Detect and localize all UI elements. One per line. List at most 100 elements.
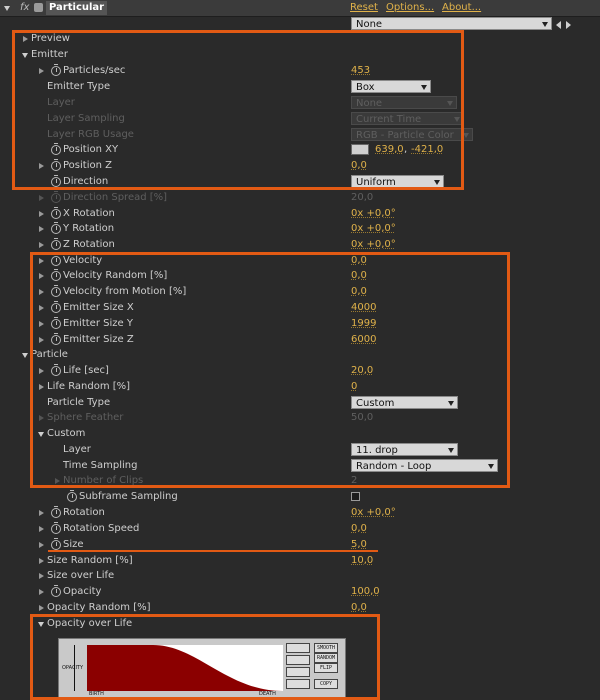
twirl-icon[interactable]	[38, 269, 46, 283]
twirl-icon[interactable]	[38, 538, 46, 552]
preset-prev-icon[interactable]	[556, 21, 561, 29]
direction-dropdown[interactable]: Uniform	[351, 175, 444, 188]
custom-layer-dropdown[interactable]: 11. drop	[351, 443, 458, 456]
param-value[interactable]: 10,0	[351, 554, 373, 568]
param-value[interactable]: 453	[351, 64, 370, 78]
opacity-over-life-graph[interactable]: OPACITY BIRTH DEATH SMOOTH RANDOM FLIP C…	[58, 638, 346, 700]
opacity-curve-canvas[interactable]	[87, 645, 283, 691]
stopwatch-icon[interactable]	[51, 364, 61, 376]
param-value[interactable]: 6000	[351, 333, 376, 347]
time-sampling-dropdown[interactable]: Random - Loop	[351, 459, 498, 472]
stopwatch-icon[interactable]	[51, 159, 61, 171]
param-value[interactable]: 0,0	[351, 285, 367, 299]
twirl-icon[interactable]	[38, 64, 46, 78]
param-value[interactable]: 20,0	[351, 364, 373, 378]
param-value[interactable]: 0x +0,0°	[351, 222, 396, 236]
param-label: X Rotation	[63, 208, 115, 219]
param-value[interactable]: 4000	[351, 301, 376, 315]
twirl-icon[interactable]	[38, 222, 46, 236]
stopwatch-icon[interactable]	[51, 175, 61, 187]
twirl-icon[interactable]	[38, 317, 46, 331]
twirl-icon[interactable]	[38, 585, 46, 599]
param-particle-type: Particle Type Custom	[0, 395, 600, 411]
subframe-sampling-checkbox[interactable]	[351, 492, 360, 501]
stopwatch-icon[interactable]	[51, 301, 61, 313]
stopwatch-icon[interactable]	[51, 317, 61, 329]
group-particle[interactable]: Particle	[0, 347, 600, 363]
twirl-icon[interactable]	[38, 427, 46, 441]
stopwatch-icon[interactable]	[51, 238, 61, 250]
group-emitter[interactable]: Emitter	[0, 47, 600, 63]
twirl-icon[interactable]	[38, 285, 46, 299]
preset-dropdown[interactable]: None	[351, 17, 552, 30]
effect-name[interactable]: Particular	[46, 1, 108, 15]
twirl-icon[interactable]	[38, 506, 46, 520]
graph-preset-2-button[interactable]	[286, 655, 310, 665]
twirl-icon[interactable]	[38, 333, 46, 347]
twirl-icon[interactable]	[38, 617, 46, 631]
position-x-value[interactable]: 639,0	[375, 143, 404, 157]
twirl-icon[interactable]	[38, 554, 46, 568]
stopwatch-icon[interactable]	[51, 222, 61, 234]
stopwatch-icon[interactable]	[51, 506, 61, 518]
crosshair-target-icon[interactable]	[351, 144, 369, 155]
param-value[interactable]: 0x +0,0°	[351, 238, 396, 252]
stopwatch-icon[interactable]	[51, 207, 61, 219]
stopwatch-icon[interactable]	[51, 64, 61, 76]
stopwatch-icon[interactable]	[51, 585, 61, 597]
twirl-icon[interactable]	[22, 348, 30, 362]
stopwatch-icon[interactable]	[51, 143, 61, 155]
graph-preset-1-button[interactable]	[286, 643, 310, 653]
twirl-icon[interactable]	[38, 601, 46, 615]
group-preview[interactable]: Preview	[0, 31, 600, 47]
twirl-icon[interactable]	[38, 380, 46, 394]
preset-next-icon[interactable]	[566, 21, 571, 29]
param-value[interactable]: 0,0	[351, 269, 367, 283]
graph-preset-4-button[interactable]	[286, 679, 310, 689]
emitter-type-dropdown[interactable]: Box	[351, 80, 431, 93]
param-value[interactable]: 0,0	[351, 601, 367, 615]
param-value[interactable]: 0,0	[351, 522, 367, 536]
copy-button[interactable]: COPY	[314, 679, 338, 689]
position-y-value[interactable]: -421,0	[411, 143, 443, 157]
twirl-icon[interactable]	[38, 301, 46, 315]
flip-button[interactable]: FLIP	[314, 663, 338, 673]
particle-type-dropdown[interactable]: Custom	[351, 396, 458, 409]
fx-toggle-icon[interactable]: fx	[20, 1, 29, 15]
about-link[interactable]: About...	[442, 1, 481, 15]
twirl-icon[interactable]	[38, 569, 46, 583]
stopwatch-icon[interactable]	[51, 538, 61, 550]
twirl-icon[interactable]	[38, 159, 46, 173]
param-value[interactable]: 0,0	[351, 254, 367, 268]
param-value[interactable]: 0x +0,0°	[351, 506, 396, 520]
smooth-button[interactable]: SMOOTH	[314, 643, 338, 653]
effect-collapse-twirl[interactable]	[4, 1, 12, 15]
group-opacity-over-life[interactable]: Opacity over Life	[0, 616, 600, 632]
twirl-icon[interactable]	[38, 238, 46, 252]
layer-sampling-dropdown: Current Time	[351, 112, 464, 125]
twirl-icon[interactable]	[38, 522, 46, 536]
twirl-icon	[38, 191, 46, 205]
reset-link[interactable]: Reset	[350, 1, 378, 15]
random-button[interactable]: RANDOM	[314, 653, 338, 663]
param-value[interactable]: 0,0	[351, 159, 367, 173]
stopwatch-icon[interactable]	[51, 522, 61, 534]
twirl-icon[interactable]	[38, 207, 46, 221]
graph-preset-3-button[interactable]	[286, 667, 310, 677]
options-link[interactable]: Options...	[386, 1, 434, 15]
param-value[interactable]: 100,0	[351, 585, 380, 599]
stopwatch-icon[interactable]	[51, 285, 61, 297]
param-value[interactable]: 0x +0,0°	[351, 207, 396, 221]
twirl-icon[interactable]	[38, 364, 46, 378]
twirl-icon[interactable]	[22, 32, 30, 46]
twirl-icon[interactable]	[22, 48, 30, 62]
stopwatch-icon[interactable]	[51, 269, 61, 281]
twirl-icon[interactable]	[38, 254, 46, 268]
param-value[interactable]: 1999	[351, 317, 376, 331]
group-custom[interactable]: Custom	[0, 426, 600, 442]
param-label: Emitter Size X	[63, 302, 134, 313]
stopwatch-icon[interactable]	[51, 333, 61, 345]
param-value[interactable]: 0	[351, 380, 357, 394]
stopwatch-icon[interactable]	[51, 254, 61, 266]
stopwatch-icon[interactable]	[67, 490, 77, 502]
